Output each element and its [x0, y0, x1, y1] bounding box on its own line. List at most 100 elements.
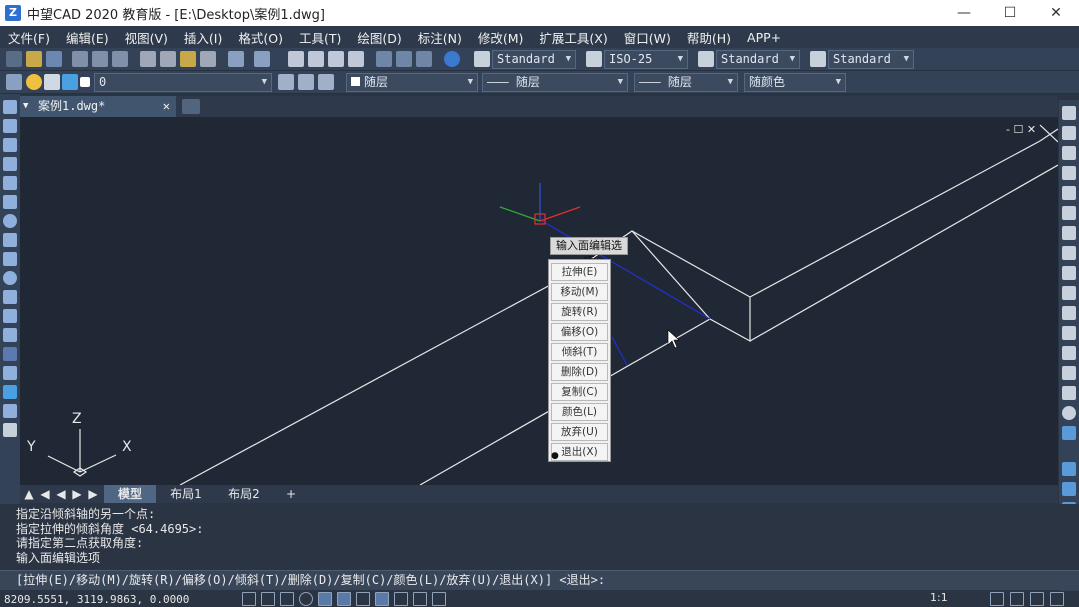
context-menu-item[interactable]: 删除(D): [551, 363, 608, 381]
ortho-toggle-icon[interactable]: [280, 592, 294, 606]
lineweight-toggle-icon[interactable]: [394, 592, 408, 606]
array-icon[interactable]: [1062, 186, 1076, 200]
context-menu-item[interactable]: 放弃(U): [551, 423, 608, 441]
point-icon[interactable]: [3, 347, 17, 361]
hatch-icon[interactable]: [3, 366, 17, 380]
add-layout-button[interactable]: +: [278, 485, 304, 503]
grid-toggle-icon[interactable]: [242, 592, 256, 606]
context-menu-item[interactable]: 颜色(L): [551, 403, 608, 421]
design-center-icon[interactable]: [396, 51, 412, 67]
arc-icon[interactable]: [3, 195, 17, 209]
ducs-toggle-icon[interactable]: [356, 592, 370, 606]
polar-toggle-icon[interactable]: [299, 592, 313, 606]
tab-model[interactable]: 模型: [104, 485, 156, 503]
context-menu-item[interactable]: 退出(X) ●: [551, 443, 608, 461]
polyline-icon[interactable]: [3, 138, 17, 152]
transparency-toggle-icon[interactable]: [413, 592, 427, 606]
edit-polyline-icon[interactable]: [1062, 426, 1076, 440]
polygon-icon[interactable]: [3, 157, 17, 171]
menu-item[interactable]: 帮助(H): [679, 28, 739, 47]
region-icon[interactable]: [3, 385, 17, 399]
multileader-style-select[interactable]: Standard ▼: [828, 50, 914, 69]
menu-item[interactable]: 窗口(W): [616, 28, 679, 47]
tab-menu-icon[interactable]: ▼: [23, 96, 28, 117]
layer-lock-icon[interactable]: [62, 74, 78, 90]
undo-icon[interactable]: [228, 51, 244, 67]
snap-toggle-icon[interactable]: [261, 592, 275, 606]
spline-icon[interactable]: [3, 252, 17, 266]
rectangle-icon[interactable]: [3, 176, 17, 190]
offset-icon[interactable]: [1062, 166, 1076, 180]
publish-icon[interactable]: [112, 51, 128, 67]
osnap-toggle-icon[interactable]: [318, 592, 332, 606]
table-icon[interactable]: [3, 404, 17, 418]
tab-layout1[interactable]: 布局1: [160, 485, 212, 503]
save-icon[interactable]: [46, 51, 62, 67]
insert-block-icon[interactable]: [3, 309, 17, 323]
copy-object-icon[interactable]: [1062, 126, 1076, 140]
fullscreen-icon[interactable]: [1050, 592, 1064, 606]
open-file-icon[interactable]: [26, 51, 42, 67]
trim-icon[interactable]: [1062, 286, 1076, 300]
workspace-icon[interactable]: [990, 592, 1004, 606]
copy-icon[interactable]: [160, 51, 176, 67]
mirror-icon[interactable]: [1062, 146, 1076, 160]
maximize-button[interactable]: ☐: [987, 0, 1033, 26]
redo-icon[interactable]: [254, 51, 270, 67]
dyn-input-toggle-icon[interactable]: [375, 592, 389, 606]
layer-manager-icon[interactable]: [6, 74, 22, 90]
zoom-realtime-icon[interactable]: [308, 51, 324, 67]
chamfer-icon[interactable]: [1062, 366, 1076, 380]
document-tab[interactable]: ▼ 案例1.dwg* ✕: [20, 96, 176, 117]
make-block-icon[interactable]: [3, 328, 17, 342]
fillet-icon[interactable]: [1062, 386, 1076, 400]
menu-item[interactable]: 编辑(E): [58, 28, 117, 47]
erase-icon[interactable]: [1062, 106, 1076, 120]
first-tab-icon[interactable]: ▲: [22, 485, 36, 503]
scroll-prev-icon[interactable]: ◀: [54, 485, 68, 503]
cut-icon[interactable]: [140, 51, 156, 67]
linetype-select[interactable]: ——— 随层 ▼: [482, 73, 628, 92]
line-icon[interactable]: [3, 100, 17, 114]
tool-palette-icon[interactable]: [416, 51, 432, 67]
tool-palettes-icon[interactable]: [1062, 462, 1076, 476]
minimize-button[interactable]: —: [941, 0, 987, 26]
move-icon[interactable]: [1062, 206, 1076, 220]
menu-item[interactable]: 插入(I): [176, 28, 230, 47]
context-menu-item[interactable]: 移动(M): [551, 283, 608, 301]
viewport-controls[interactable]: - ☐ ✕: [1006, 123, 1036, 136]
close-button[interactable]: ✕: [1033, 0, 1079, 26]
document-tab-close-icon[interactable]: ✕: [163, 96, 170, 117]
context-menu-item[interactable]: 拉伸(E): [551, 263, 608, 281]
menu-item[interactable]: APP+: [739, 30, 789, 45]
new-tab-icon[interactable]: [182, 99, 200, 114]
properties-icon[interactable]: [376, 51, 392, 67]
rotate-icon[interactable]: [1062, 226, 1076, 240]
stretch-icon[interactable]: [1062, 266, 1076, 280]
plotstyle-select[interactable]: 随颜色 ▼: [744, 73, 846, 92]
layer-select[interactable]: 0 ▼: [94, 73, 272, 92]
lock-ui-icon[interactable]: [1010, 592, 1024, 606]
table-style-select[interactable]: Standard ▼: [716, 50, 800, 69]
menu-item[interactable]: 绘图(D): [349, 28, 409, 47]
layer-states-icon[interactable]: [318, 74, 334, 90]
text-style-select[interactable]: Standard ▼: [492, 50, 576, 69]
scroll-last-icon[interactable]: ▶: [86, 485, 100, 503]
otrack-toggle-icon[interactable]: [337, 592, 351, 606]
revision-cloud-icon[interactable]: [3, 233, 17, 247]
color-select[interactable]: 随层 ▼: [346, 73, 478, 92]
pan-icon[interactable]: [288, 51, 304, 67]
new-file-icon[interactable]: [6, 51, 22, 67]
context-menu-item[interactable]: 偏移(O): [551, 323, 608, 341]
construction-line-icon[interactable]: [3, 119, 17, 133]
multiline-text-icon[interactable]: [3, 423, 17, 437]
paste-icon[interactable]: [180, 51, 196, 67]
menu-item[interactable]: 工具(T): [291, 28, 349, 47]
context-menu-item[interactable]: 旋转(R): [551, 303, 608, 321]
make-current-layer-icon[interactable]: [278, 74, 294, 90]
scale-icon[interactable]: [1062, 246, 1076, 260]
menu-item[interactable]: 文件(F): [0, 28, 58, 47]
menu-item[interactable]: 标注(N): [410, 28, 470, 47]
dim-style-select[interactable]: ISO-25 ▼: [604, 50, 688, 69]
ellipse-icon[interactable]: [3, 271, 17, 285]
